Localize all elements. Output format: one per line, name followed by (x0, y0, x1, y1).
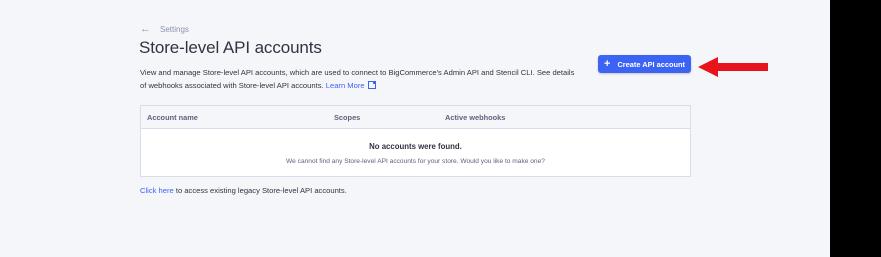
create-button-label: Create API account (617, 59, 685, 69)
column-scopes: Scopes (334, 113, 361, 122)
column-account-name: Account name (147, 113, 198, 122)
red-annotation-arrow-icon (698, 57, 768, 77)
breadcrumb[interactable]: ← Settings (140, 24, 189, 35)
breadcrumb-settings[interactable]: Settings (160, 25, 189, 34)
legacy-note-text: to access existing legacy Store-level AP… (173, 186, 347, 195)
learn-more-link[interactable]: Learn More (326, 81, 376, 90)
empty-state-title: No accounts were found. (369, 142, 462, 151)
plus-icon: + (604, 57, 611, 70)
create-api-account-button[interactable]: + Create API account (598, 55, 691, 73)
empty-state-message: We cannot find any Store-level API accou… (286, 158, 545, 165)
column-active-webhooks: Active webhooks (445, 113, 506, 122)
external-link-icon (367, 81, 376, 89)
legacy-accounts-note: Click here to access existing legacy Sto… (140, 186, 347, 195)
page-title: Store-level API accounts (139, 38, 322, 57)
table-header: Account name Scopes Active webhooks (141, 106, 690, 129)
page-description: View and manage Store-level API accounts… (140, 66, 580, 92)
click-here-link[interactable]: Click here (140, 186, 174, 195)
learn-more-label[interactable]: Learn More (326, 81, 365, 90)
api-accounts-table: Account name Scopes Active webhooks No a… (140, 105, 691, 177)
back-arrow-icon[interactable]: ← (140, 24, 151, 35)
page: ← Settings Store-level API accounts View… (0, 0, 830, 257)
